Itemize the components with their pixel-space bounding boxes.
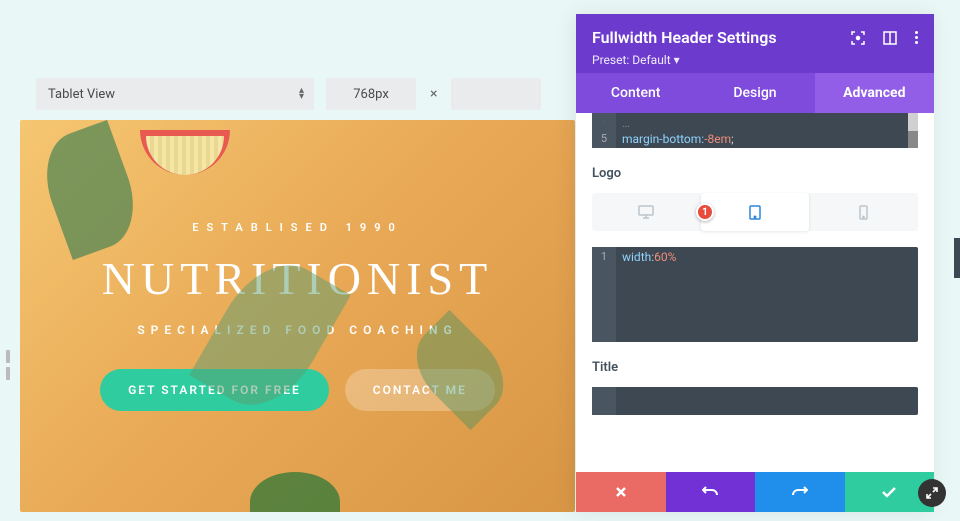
scrollbar[interactable] — [908, 113, 918, 148]
annotation-badge: 1 — [696, 203, 714, 221]
panel-header: Fullwidth Header Settings Preset: Defaul… — [576, 14, 934, 73]
check-icon — [881, 486, 897, 498]
settings-panel: Fullwidth Header Settings Preset: Defaul… — [576, 14, 934, 512]
tablet-icon — [749, 205, 761, 220]
times-label: × — [430, 86, 437, 102]
drag-handle[interactable] — [6, 350, 10, 380]
device-phone[interactable] — [809, 193, 918, 231]
panel-title: Fullwidth Header Settings — [592, 28, 777, 47]
leaf-decoration — [250, 472, 340, 512]
close-icon — [614, 485, 628, 499]
footer-actions — [576, 472, 934, 512]
device-tabs: 1 — [592, 193, 918, 231]
css-editor-header[interactable]: ·5 … margin-bottom:-8em; — [592, 113, 918, 148]
width-input[interactable]: 768px — [326, 78, 416, 110]
kebab-menu-icon[interactable] — [915, 31, 918, 44]
preset-selector[interactable]: Preset: Default ▾ — [592, 53, 918, 67]
device-desktop[interactable] — [592, 193, 701, 231]
view-select[interactable]: Tablet View ▴▾ — [36, 78, 314, 110]
section-label-logo: Logo — [592, 166, 918, 181]
tab-design[interactable]: Design — [695, 73, 814, 113]
device-tablet[interactable] — [701, 193, 810, 231]
view-label: Tablet View — [48, 87, 115, 102]
phone-icon — [859, 205, 868, 220]
line-gutter: ·5 — [592, 113, 616, 148]
side-indicator — [954, 238, 960, 278]
undo-button[interactable] — [666, 472, 756, 512]
columns-icon[interactable] — [883, 31, 897, 45]
redo-icon — [792, 485, 808, 499]
undo-icon — [702, 485, 718, 499]
expand-icon — [926, 487, 938, 499]
tab-content[interactable]: Content — [576, 73, 695, 113]
hero-section[interactable]: ESTABLISED 1990 NUTRITIONIST SPECIALIZED… — [20, 120, 575, 512]
line-gutter: 1 — [592, 247, 616, 342]
section-label-title: Title — [592, 360, 918, 375]
tab-advanced[interactable]: Advanced — [815, 73, 934, 113]
css-editor-title[interactable] — [592, 387, 918, 415]
established-text: ESTABLISED 1990 — [192, 221, 403, 234]
responsive-toolbar: Tablet View ▴▾ 768px × — [36, 78, 541, 110]
resize-handle[interactable] — [918, 479, 946, 507]
height-input[interactable] — [451, 78, 541, 110]
desktop-icon — [638, 205, 654, 219]
fruit-decoration — [140, 130, 230, 175]
chevron-updown-icon: ▴▾ — [299, 88, 304, 100]
panel-tabs: Content Design Advanced — [576, 73, 934, 113]
line-gutter — [592, 387, 616, 415]
close-button[interactable] — [576, 472, 666, 512]
panel-body: ·5 … margin-bottom:-8em; Logo 1 1 width:… — [576, 113, 934, 472]
preview-canvas: ESTABLISED 1990 NUTRITIONIST SPECIALIZED… — [20, 120, 575, 512]
leaf-decoration — [32, 120, 148, 260]
focus-icon[interactable] — [851, 31, 865, 45]
css-editor-logo[interactable]: 1 width:60% — [592, 247, 918, 342]
redo-button[interactable] — [755, 472, 845, 512]
width-value: 768px — [353, 87, 389, 102]
